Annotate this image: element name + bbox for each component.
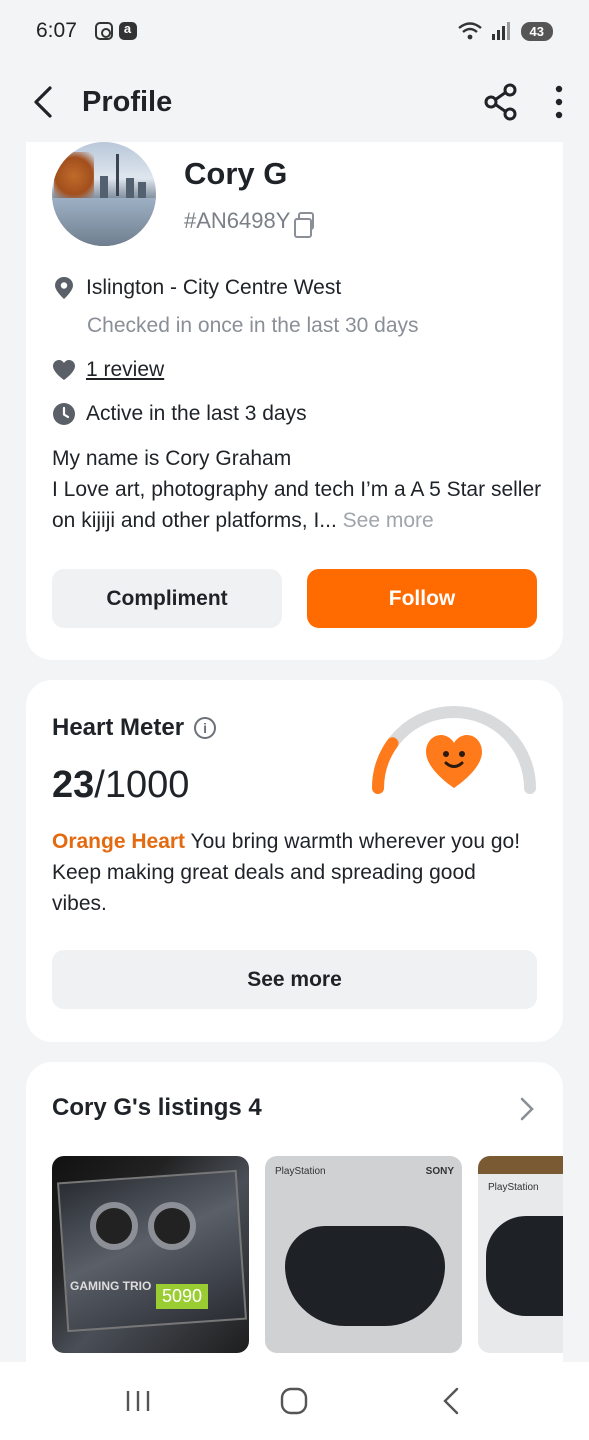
- listing-label-text: PlayStation: [488, 1182, 539, 1193]
- home-button[interactable]: [264, 1376, 324, 1426]
- system-back-button[interactable]: [421, 1376, 481, 1426]
- listing-thumbnail[interactable]: GAMING TRIO 5090: [52, 1156, 249, 1353]
- app-notification-icon: [118, 21, 137, 40]
- wifi-icon: [457, 22, 482, 40]
- heart-meter-title-text: Heart Meter: [52, 714, 185, 741]
- heart-meter-see-more-button[interactable]: See more: [52, 950, 537, 1009]
- listing-thumbnail[interactable]: PlayStation SONY: [265, 1156, 462, 1353]
- listings-chevron-right-icon[interactable]: [519, 1096, 535, 1127]
- recent-apps-icon: [126, 1391, 150, 1411]
- battery-indicator: 43: [520, 21, 553, 41]
- heart-meter-score: 23/1000: [52, 764, 189, 807]
- signal-icon: [491, 22, 510, 40]
- activity-text: Active in the last 3 days: [86, 402, 307, 425]
- profile-name: Cory G: [184, 156, 288, 191]
- checkin-text: Checked in once in the last 30 days: [87, 314, 419, 337]
- follow-button[interactable]: Follow: [307, 569, 537, 628]
- location-pin-icon: [52, 276, 76, 300]
- heart-meter-description: Orange Heart You bring warmth wherever y…: [52, 826, 532, 919]
- score-value: 23: [52, 764, 95, 806]
- listing-brand-text: GAMING TRIO: [70, 1279, 152, 1293]
- bio-line: I Love art, photography and tech I’m a A…: [52, 478, 542, 532]
- back-arrow-icon: [443, 1387, 459, 1415]
- heart-meter-title: Heart Meter i: [52, 714, 217, 742]
- heart-gauge-fill: [371, 737, 399, 794]
- reviews-link[interactable]: 1 review: [86, 358, 164, 382]
- listings-title[interactable]: Cory G's listings 4: [52, 1094, 262, 1122]
- user-id-text: #AN6498Y: [184, 208, 291, 233]
- copy-icon[interactable]: [294, 212, 315, 238]
- heart-gauge: [371, 706, 536, 794]
- avatar[interactable]: [52, 142, 156, 246]
- score-max: /1000: [94, 764, 190, 806]
- bio: My name is Cory Graham I Love art, photo…: [52, 443, 542, 536]
- home-icon: [281, 1387, 308, 1415]
- instagram-icon: [94, 22, 113, 40]
- location-text: Islington - City Centre West: [86, 276, 342, 299]
- heart-tier: Orange Heart: [52, 830, 186, 853]
- back-button[interactable]: [26, 85, 60, 119]
- status-indicators: 43: [457, 21, 553, 41]
- info-icon[interactable]: i: [194, 717, 217, 739]
- heart-meter-card: Heart Meter i 23/1000 Orange Heart You b…: [26, 680, 563, 1042]
- listing-label-text: PlayStation: [275, 1166, 326, 1177]
- bio-line: My name is Cory Graham: [52, 447, 292, 470]
- more-vertical-icon: [555, 85, 563, 119]
- app-bar: Profile: [0, 62, 589, 142]
- bio-see-more-link[interactable]: See more: [343, 509, 434, 532]
- clock-icon: [52, 402, 76, 426]
- compliment-button[interactable]: Compliment: [52, 569, 282, 628]
- activity-row: Active in the last 3 days: [52, 402, 307, 426]
- listing-badge-text: 5090: [156, 1284, 209, 1309]
- share-button[interactable]: [483, 83, 519, 121]
- status-time: 6:07: [36, 19, 77, 42]
- status-bar: 6:07 43: [0, 0, 589, 62]
- chevron-left-icon: [34, 86, 52, 118]
- user-id: #AN6498Y: [184, 208, 315, 238]
- listing-maker-text: SONY: [425, 1166, 454, 1177]
- profile-card: Cory G #AN6498Y Islington - City Centre …: [26, 142, 563, 660]
- listing-thumbnail[interactable]: PlayStation: [478, 1156, 563, 1353]
- heart-icon: [52, 358, 76, 382]
- recent-apps-button[interactable]: [108, 1376, 168, 1426]
- smiling-heart-icon: [426, 735, 482, 788]
- reviews-row: 1 review: [52, 358, 164, 382]
- page-title: Profile: [82, 85, 173, 118]
- listings-card: Cory G's listings 4 GAMING TRIO 5090 Pla…: [26, 1062, 563, 1362]
- location-row: Islington - City Centre West: [52, 276, 341, 300]
- system-nav-bar: [0, 1362, 589, 1440]
- more-options-button[interactable]: [555, 85, 563, 119]
- share-icon: [484, 83, 517, 121]
